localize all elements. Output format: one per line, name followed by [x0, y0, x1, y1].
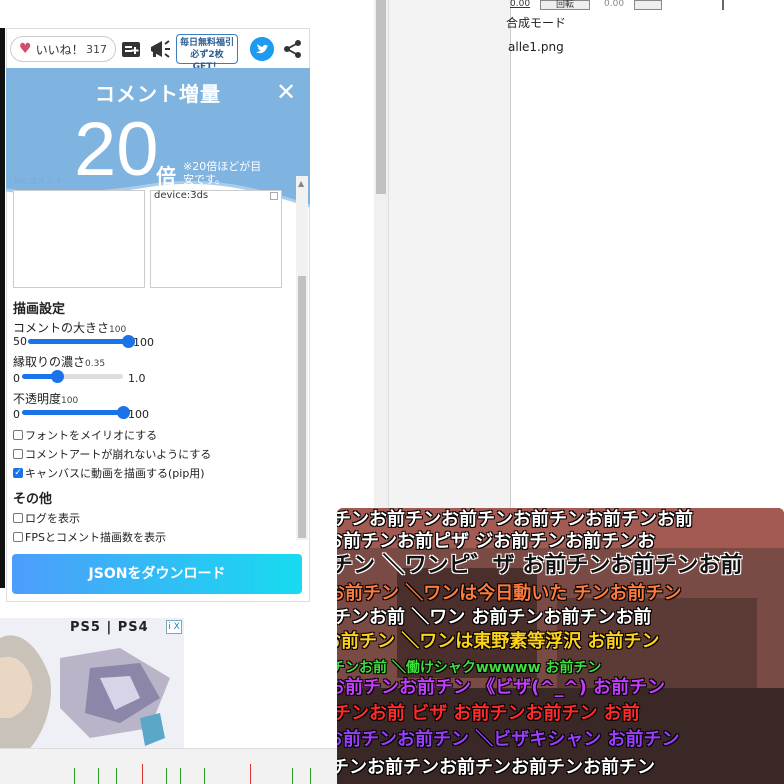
comment-size-label: コメントの大きさ100 — [13, 321, 127, 335]
ad-ps-logo: PS5 | PS4 — [70, 620, 149, 635]
show-fps-checkbox[interactable] — [13, 532, 23, 542]
twitter-icon[interactable] — [250, 37, 274, 61]
ng-command-text: device:3ds — [154, 190, 209, 201]
blend-mode-label: 合成モード — [506, 16, 567, 30]
meiryo-font-checkbox[interactable] — [13, 430, 23, 440]
panel-scrollbar-thumb[interactable] — [298, 276, 306, 538]
show-fps-label: FPSとコメント描画数を表示 — [25, 531, 166, 544]
edge-darkness-label: 縁取りの濃さ0.35 — [13, 355, 106, 369]
ng-command-textarea[interactable] — [150, 190, 282, 288]
boost-multiplier[interactable]: 20 — [74, 110, 159, 190]
ng-comment-label: NGコメント — [14, 177, 64, 187]
comment-size-min: 50 — [13, 335, 27, 348]
like-label: いいね！ — [35, 42, 84, 57]
daily-lottery-badge[interactable]: 毎日無料福引 必ず2枚GET！ — [176, 34, 238, 72]
video-comment: お前チン ＼ワンは東野素等浮沢 お前チン — [337, 631, 660, 652]
opacity-max: 100 — [128, 408, 149, 421]
page-scrollbar-thumb[interactable] — [376, 0, 386, 194]
left-dark-strip — [0, 28, 5, 588]
draw-settings-title: 描画設定 — [13, 302, 66, 317]
share-icon[interactable] — [282, 38, 304, 60]
close-icon[interactable]: ✕ — [276, 80, 296, 104]
canvas-video-label: キャンバスに動画を描画する(pip用) — [25, 467, 205, 480]
ad-close-icon[interactable]: i X — [166, 620, 182, 634]
timeline-bar[interactable] — [0, 748, 340, 784]
video-comment: お前チンお前チン ＼ビザキシャン お前チン — [337, 729, 680, 750]
show-log-label: ログを表示 — [25, 512, 80, 525]
video-comment: お前チンお前ピザ ジお前チンお前チンお — [337, 531, 656, 552]
timeline-tick — [116, 768, 117, 784]
canvas-video-checkbox[interactable]: ✓ — [13, 468, 23, 478]
video-comment: お前チン ＼ワンは今日動いた チンお前チン — [337, 583, 682, 604]
timeline-tick — [204, 768, 205, 784]
edge-darkness-slider-knob[interactable] — [51, 370, 64, 383]
comment-boost-title: コメント増量 — [95, 82, 221, 106]
megaphone-icon[interactable] — [148, 37, 172, 61]
video-comment: チンお前チンお前チンお前チンお前チン — [337, 757, 655, 778]
opacity-min: 0 — [13, 408, 20, 421]
edge-darkness-value: 0.35 — [85, 359, 106, 369]
timeline-tick — [292, 768, 293, 784]
timeline-tick — [166, 768, 167, 784]
timeline-tick — [98, 768, 99, 784]
top-value-a: 0.00 — [510, 0, 531, 9]
like-button[interactable]: ♥ いいね！ 317 — [10, 36, 116, 62]
timeline-tick — [310, 768, 311, 784]
timeline-tick — [180, 768, 181, 784]
playlist-add-icon[interactable] — [120, 38, 142, 60]
show-log-checkbox[interactable] — [13, 513, 23, 523]
ng-checkbox[interactable] — [270, 192, 278, 200]
spin-control[interactable] — [634, 0, 662, 10]
video-player[interactable]: チンお前チンお前チンお前チンお前チンお前 お前チンお前ピザ ジお前チンお前チンお… — [337, 508, 784, 784]
video-comment: チン ＼ワンピ゛ザ お前チンお前チンお前 — [337, 553, 743, 578]
advertisement-artwork[interactable] — [0, 618, 184, 748]
edge-darkness-min: 0 — [13, 372, 20, 385]
edge-darkness-max: 1.0 — [128, 372, 146, 385]
slider-handle[interactable] — [722, 0, 724, 10]
opacity-value: 100 — [61, 396, 79, 406]
boost-note: ※20倍ほどが目安です。 — [183, 160, 262, 186]
promo-line-1: 毎日無料福引 — [179, 38, 234, 48]
timeline-tick — [74, 768, 75, 784]
opacity-label: 不透明度100 — [13, 392, 79, 406]
video-comment: お前チンお前チン 《ビザ(^_^) お前チン — [337, 677, 666, 698]
video-comment: チンお前 ビザ お前チンお前チン お前 — [337, 703, 640, 724]
heart-icon: ♥ — [19, 41, 32, 57]
comment-art-checkbox[interactable] — [13, 449, 23, 459]
comment-size-slider-fill — [28, 339, 128, 344]
video-comment: チンお前チンお前チンお前チンお前チンお前 — [337, 509, 693, 530]
opacity-slider-fill — [22, 410, 123, 415]
timeline-playhead[interactable] — [142, 764, 143, 784]
download-json-button[interactable]: JSONをダウンロード — [12, 554, 302, 594]
ng-comment-textarea[interactable] — [13, 190, 145, 288]
other-settings-title: その他 — [13, 492, 53, 507]
comment-size-value: 100 — [109, 325, 127, 335]
top-value-b: 0.00 — [604, 0, 625, 9]
rotate-button[interactable]: 回転 — [540, 0, 590, 10]
like-count: 317 — [86, 42, 107, 56]
timeline-marker — [250, 764, 251, 784]
video-comment: チンお前 ＼働けシャクwwwww お前チン — [337, 660, 602, 676]
boost-unit: 倍 — [156, 164, 176, 188]
comment-size-max: 100 — [133, 336, 154, 349]
video-comment: チンお前 ＼ワン お前チンお前チンお前 — [337, 607, 652, 628]
comment-art-label: コメントアートが崩れないようにする — [25, 448, 212, 461]
scroll-up-arrow-icon[interactable]: ▲ — [298, 180, 306, 188]
meiryo-font-label: フォントをメイリオにする — [25, 429, 158, 442]
file-name-label: alle1.png — [508, 40, 564, 54]
